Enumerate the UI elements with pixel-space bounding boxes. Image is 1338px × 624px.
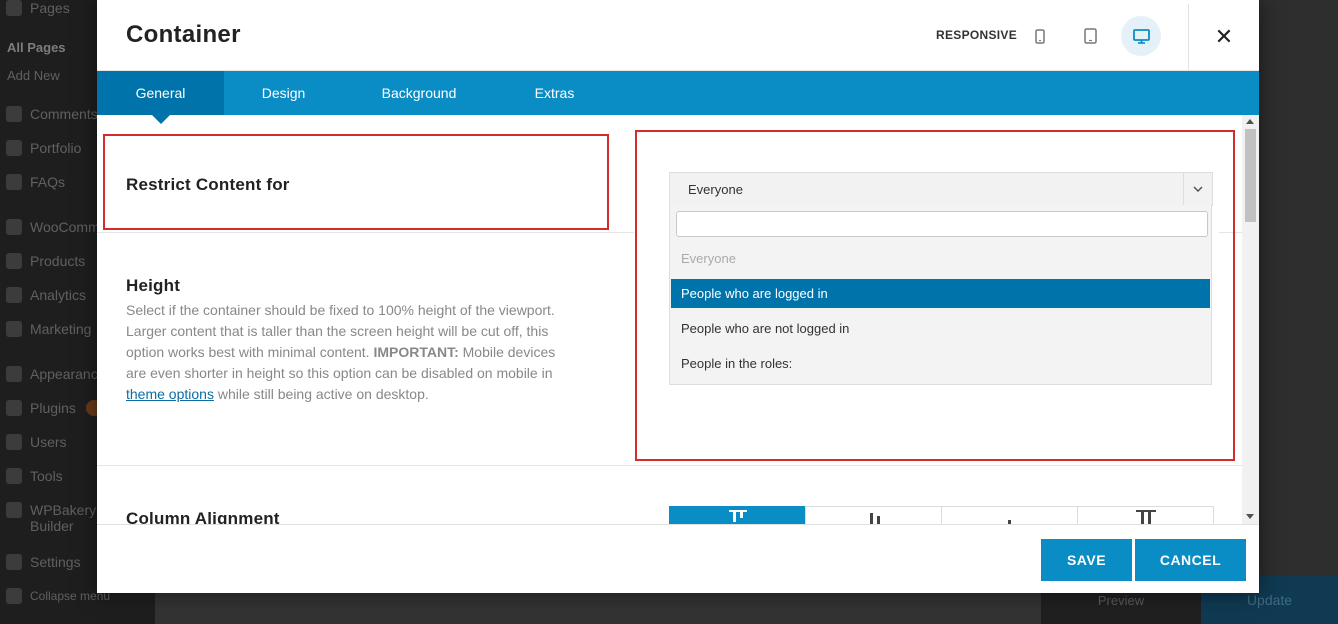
- collapse-icon: [6, 588, 22, 604]
- highlight-box-label: [103, 134, 609, 230]
- container-settings-modal: Container RESPONSIVE ✕ General Design Ba…: [97, 0, 1259, 593]
- woocommerce-icon: [6, 219, 22, 235]
- row-separator: [97, 465, 1242, 466]
- responsive-label: RESPONSIVE: [936, 28, 1018, 42]
- align-top-button[interactable]: [669, 506, 806, 525]
- sidebar-item-collapse[interactable]: Collapse menu: [6, 588, 110, 604]
- sidebar-item-analytics[interactable]: Analytics: [6, 287, 86, 303]
- cancel-button[interactable]: CANCEL: [1135, 539, 1246, 581]
- sidebar-item-tools[interactable]: Tools: [6, 468, 63, 484]
- modal-header: Container RESPONSIVE ✕: [97, 0, 1259, 71]
- comments-icon: [6, 106, 22, 122]
- sidebar-item-wpbakery[interactable]: WPBakery Builder: [6, 502, 96, 534]
- sidebar-item-appearance[interactable]: Appearance: [6, 366, 106, 382]
- sidebar-item-plugins[interactable]: Plugins: [6, 400, 102, 416]
- sidebar-item-all-pages[interactable]: All Pages: [7, 40, 66, 55]
- modal-scrollbar[interactable]: [1242, 115, 1259, 524]
- tab-extras[interactable]: Extras: [507, 71, 602, 115]
- align-bottom-button[interactable]: [941, 506, 1078, 525]
- tools-icon: [6, 468, 22, 484]
- sidebar-item-woocommerce[interactable]: WooComm: [6, 219, 100, 235]
- save-button[interactable]: SAVE: [1041, 539, 1132, 581]
- pages-icon: [6, 0, 22, 16]
- close-icon[interactable]: ✕: [1207, 20, 1241, 54]
- portfolio-icon: [6, 140, 22, 156]
- modal-footer: SAVE CANCEL: [97, 524, 1259, 593]
- modal-body: Restrict Content for Everyone Everyone P…: [97, 115, 1242, 525]
- sidebar-item-add-new[interactable]: Add New: [7, 68, 60, 83]
- scrollbar-thumb[interactable]: [1245, 129, 1256, 222]
- scroll-up-icon[interactable]: [1246, 119, 1254, 124]
- analytics-icon: [6, 287, 22, 303]
- align-stretch-icon: [1136, 510, 1156, 525]
- desktop-view-button[interactable]: [1121, 16, 1161, 56]
- sidebar-item-settings[interactable]: Settings: [6, 554, 81, 570]
- column-alignment-label: Column Alignment: [126, 509, 280, 525]
- theme-options-link[interactable]: theme options: [126, 386, 214, 402]
- wpbakery-icon: [6, 502, 22, 518]
- row-separator: [97, 232, 634, 233]
- marketing-icon: [6, 321, 22, 337]
- modal-tabs: General Design Background Extras: [97, 71, 1259, 124]
- sidebar-item-products[interactable]: Products: [6, 253, 85, 269]
- sidebar-item-faqs[interactable]: FAQs: [6, 174, 65, 190]
- mobile-view-button[interactable]: [1020, 16, 1060, 56]
- users-icon: [6, 434, 22, 450]
- settings-icon: [6, 554, 22, 570]
- tab-general[interactable]: General: [97, 71, 224, 124]
- sidebar-item-portfolio[interactable]: Portfolio: [6, 140, 81, 156]
- tab-design[interactable]: Design: [224, 71, 343, 115]
- tablet-view-button[interactable]: [1070, 16, 1110, 56]
- align-middle-button[interactable]: [805, 506, 942, 525]
- sidebar-item-users[interactable]: Users: [6, 434, 67, 450]
- height-label: Height: [126, 276, 181, 295]
- desktop-icon: [1132, 28, 1150, 44]
- appearance-icon: [6, 366, 22, 382]
- header-divider: [1188, 4, 1189, 70]
- align-stretch-button[interactable]: [1077, 506, 1214, 525]
- tablet-icon: [1083, 28, 1097, 44]
- align-top-icon: [729, 510, 747, 522]
- modal-title: Container: [126, 21, 241, 48]
- sidebar-item-pages[interactable]: Pages: [6, 0, 70, 16]
- highlight-box-dropdown: [635, 130, 1235, 461]
- faqs-icon: [6, 174, 22, 190]
- plugins-icon: [6, 400, 22, 416]
- scroll-down-icon[interactable]: [1246, 514, 1254, 519]
- mobile-icon: [1035, 28, 1045, 44]
- height-description: Select if the container should be fixed …: [126, 302, 556, 402]
- sidebar-item-comments[interactable]: Comments: [6, 106, 98, 122]
- sidebar-item-marketing[interactable]: Marketing: [6, 321, 91, 337]
- tab-background[interactable]: Background: [354, 71, 484, 115]
- products-icon: [6, 253, 22, 269]
